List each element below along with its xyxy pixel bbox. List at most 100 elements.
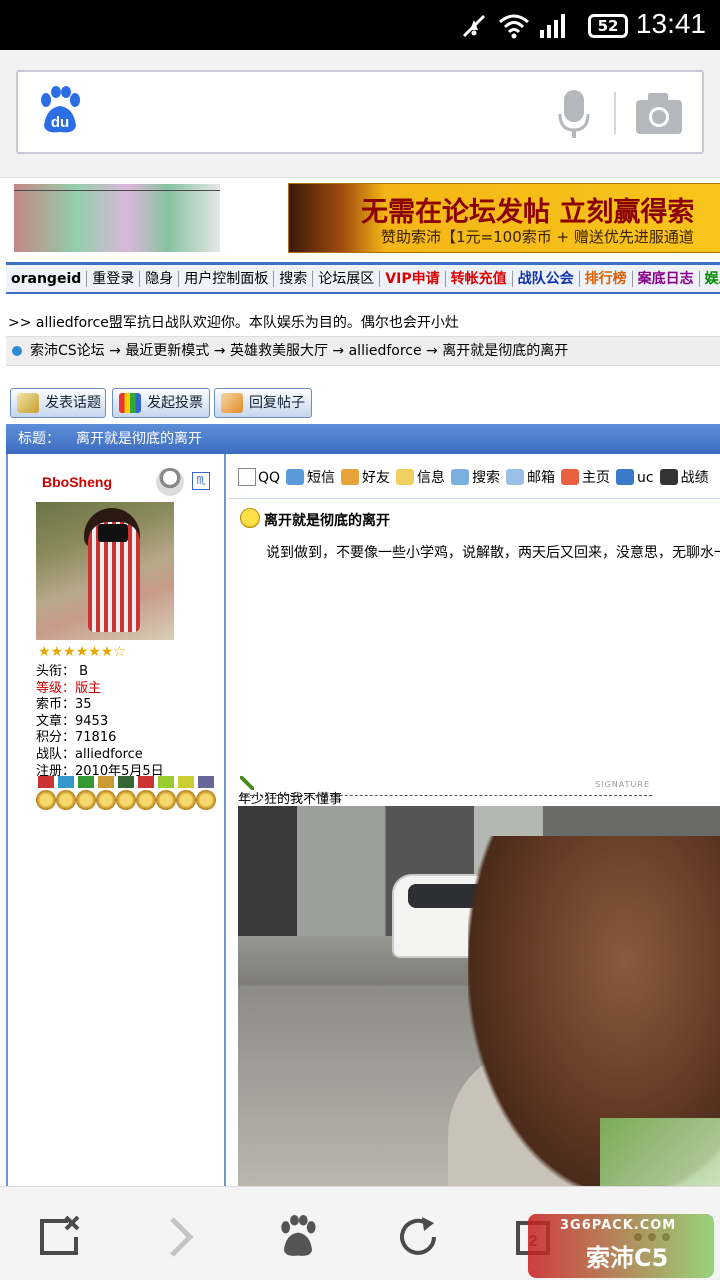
- post-action-toolbar: QQ 短信 好友 信息 搜索 邮箱 主页 uc 战绩: [238, 464, 720, 492]
- post-panel: QQ 短信 好友 信息 搜索 邮箱 主页 uc 战绩 离开就是彻底的离开 说到做到，不要像一些小…: [228, 454, 720, 1186]
- post-tool-1[interactable]: 短信: [286, 464, 335, 492]
- signature-label: SIGNATURE: [595, 780, 650, 789]
- rank-stars: ★★★★★★☆: [38, 644, 126, 660]
- nav-item[interactable]: 排行榜: [579, 271, 633, 287]
- stat-value: 71816: [75, 730, 117, 746]
- tool-label: 战绩: [680, 470, 709, 486]
- reply-arrow-icon: [221, 393, 243, 413]
- medal-icon: [196, 776, 216, 816]
- signal-icon: [540, 14, 565, 38]
- author-stat-row: 战队：alliedforce: [36, 747, 164, 764]
- post-body: 说到做到，不要像一些小学鸡，说解散，两天后又回来，没意思，无聊水一: [266, 545, 720, 561]
- medal-icon: [76, 776, 96, 816]
- forward-icon[interactable]: [160, 1215, 204, 1259]
- nav-item[interactable]: 重登录: [87, 271, 141, 287]
- author-stat-row: 索币：35: [36, 697, 164, 714]
- tool-label: 搜索: [472, 470, 501, 486]
- medal-icon: [116, 776, 136, 816]
- breadcrumb-item[interactable]: 最近更新模式: [125, 343, 209, 359]
- medal-icon: [96, 776, 116, 816]
- ad-subline: 赞助索沛【1元=100索币 + 赠送优先进服通道: [381, 228, 694, 246]
- post-tool-3[interactable]: 信息: [396, 464, 445, 492]
- nav-item[interactable]: 战队公会: [512, 271, 580, 287]
- tool-label: 主页: [582, 470, 611, 486]
- post-tool-7[interactable]: uc: [616, 464, 654, 492]
- signature-image: [238, 806, 720, 1186]
- breadcrumb: 索沛CS论坛 → 最近更新模式 → 英雄救美服大厅 → alliedforce …: [6, 336, 720, 366]
- tool-icon: [506, 469, 525, 485]
- medal-icon: [136, 776, 156, 816]
- nav-item[interactable]: 案底日志: [632, 271, 700, 287]
- zodiac-icon: ♏: [192, 472, 210, 490]
- address-search-box[interactable]: du: [16, 70, 704, 154]
- medal-list: [36, 776, 226, 818]
- tool-icon: [561, 469, 580, 485]
- baidu-home-icon[interactable]: [276, 1215, 320, 1259]
- author-name[interactable]: BboSheng: [42, 474, 112, 490]
- nav-item[interactable]: 娱乐指: [699, 271, 720, 287]
- breadcrumb-item[interactable]: 索沛CS论坛: [30, 343, 105, 359]
- medal-icon: [36, 776, 56, 816]
- stat-value: alliedforce: [75, 746, 143, 762]
- tool-icon: [616, 469, 635, 485]
- camera-icon[interactable]: [634, 90, 684, 136]
- tool-icon: [659, 469, 678, 485]
- post-tool-5[interactable]: 邮箱: [506, 464, 555, 492]
- tool-icon: [341, 469, 360, 485]
- breadcrumb-separator: →: [327, 343, 349, 359]
- post-tool-2[interactable]: 好友: [341, 464, 390, 492]
- bar-chart-icon: [119, 393, 141, 413]
- clock: 13:41: [635, 8, 706, 39]
- new-topic-button[interactable]: 发表话题: [10, 388, 106, 418]
- breadcrumb-item[interactable]: alliedforce: [349, 343, 422, 359]
- post-tool-8[interactable]: 战绩: [659, 464, 709, 492]
- breadcrumb-item[interactable]: 英雄救美服大厅: [230, 343, 328, 359]
- divider: [614, 92, 616, 134]
- stat-label: 等级：: [36, 680, 76, 696]
- breadcrumb-separator: →: [421, 343, 443, 359]
- forum-nav-menu: orangeid 重登录 隐身 用户控制面板 搜索 论坛展区 VIP申请 转帐充值 战队公会 排行…: [6, 262, 720, 294]
- wifi-icon: [499, 14, 529, 39]
- post-tool-4[interactable]: 搜索: [451, 464, 500, 492]
- post-tool-6[interactable]: 主页: [561, 464, 610, 492]
- post-tool-0[interactable]: QQ: [238, 464, 280, 492]
- stat-value: 35: [75, 697, 92, 713]
- nav-item[interactable]: 隐身: [140, 271, 180, 287]
- author-panel: BboSheng ♏ ★★★★★★☆ 头衔： B 等级：版主 索币：35 文章：945…: [6, 454, 226, 1186]
- forum-logo-banner[interactable]: [14, 184, 220, 252]
- nav-item[interactable]: orangeid: [6, 271, 88, 287]
- browser-toolbar: du: [0, 50, 720, 178]
- reply-button[interactable]: 回复帖子: [214, 388, 312, 418]
- tool-icon: [451, 469, 470, 485]
- tool-label: 好友: [362, 470, 391, 486]
- pencil-paper-icon: [17, 393, 39, 413]
- stat-label: 头衔：: [36, 664, 76, 679]
- author-stats: 头衔： B 等级：版主 索币：35 文章：9453 积分：71816 战队：alliedf…: [36, 664, 164, 780]
- nav-item[interactable]: 用户控制面板: [179, 271, 275, 287]
- breadcrumb-item: 离开就是彻底的离开: [442, 343, 569, 359]
- baidu-logo-text: du: [51, 114, 69, 131]
- ad-headline: 无需在论坛发帖 立刻赢得索: [361, 197, 695, 228]
- checkbox-icon: [238, 468, 256, 486]
- stat-label: 战队：: [36, 746, 76, 762]
- baidu-paw-icon: du: [41, 86, 80, 133]
- close-page-icon[interactable]: [38, 1215, 82, 1259]
- welcome-message: >> alliedforce盟军抗日战队欢迎你。本队娱乐为目的。偶尔也会开小灶: [8, 315, 459, 331]
- advertisement-banner[interactable]: 无需在论坛发帖 立刻赢得索 赞助索沛【1元=100索币 + 赠送优先进服通道: [288, 183, 720, 253]
- nav-item[interactable]: 论坛展区: [313, 271, 381, 287]
- status-bar: 52 13:41: [0, 0, 720, 50]
- author-stat-row: 等级：版主: [36, 681, 164, 698]
- topic-title-label: 标题：: [18, 431, 60, 447]
- nav-item[interactable]: VIP申请: [380, 271, 446, 287]
- author-stat-row: 头衔： B: [36, 664, 164, 681]
- author-stat-row: 积分：71816: [36, 730, 164, 747]
- topic-title-bar: 标题： 离开就是彻底的离开: [6, 424, 720, 454]
- new-poll-button[interactable]: 发起投票: [112, 388, 210, 418]
- stat-label: 索币：: [36, 697, 76, 713]
- nav-item[interactable]: 转帐充值: [445, 271, 513, 287]
- nav-item[interactable]: 搜索: [274, 271, 314, 287]
- battery-indicator: 52: [588, 14, 628, 38]
- microphone-icon[interactable]: [556, 88, 592, 140]
- refresh-icon[interactable]: [396, 1215, 440, 1259]
- mute-icon: [462, 14, 486, 38]
